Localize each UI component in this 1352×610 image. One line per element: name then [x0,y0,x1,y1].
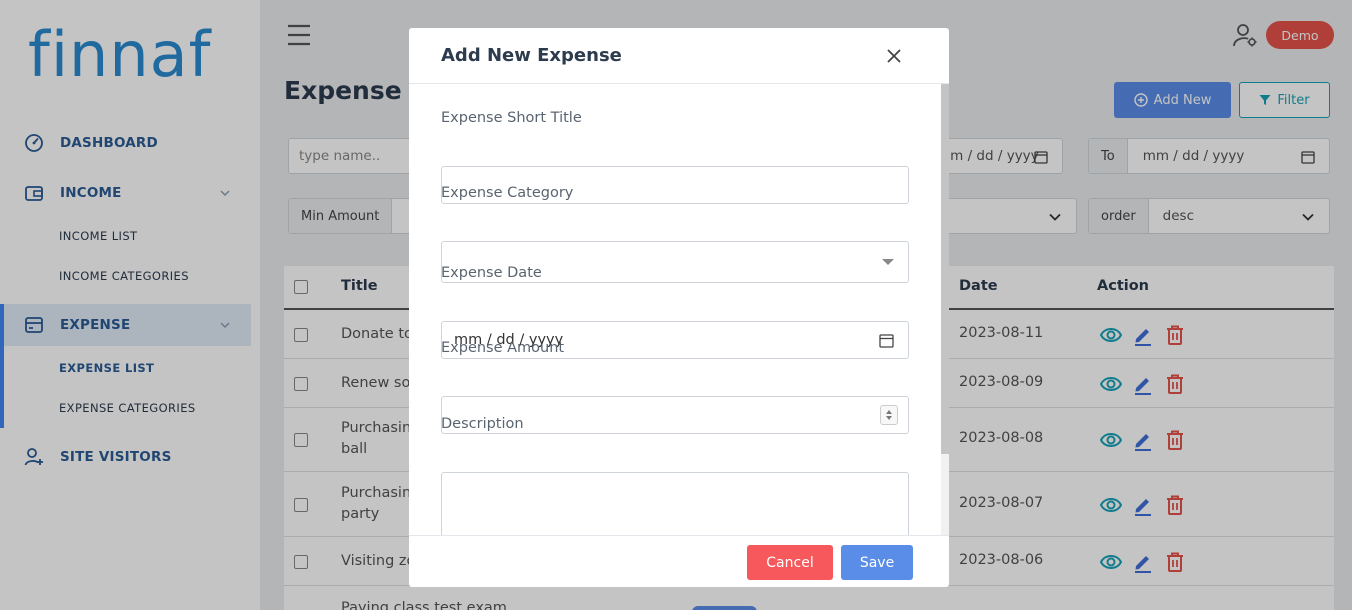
amount-label: Expense Amount [441,340,565,356]
short-title-label: Expense Short Title [441,110,582,126]
date-label: Expense Date [441,265,542,281]
modal-body: Expense Short Title Expense Category Exp… [409,84,949,536]
caret-down-icon [882,259,894,265]
cancel-button[interactable]: Cancel [747,545,833,580]
modal-title: Add New Expense [441,45,622,66]
description-textarea[interactable] [441,472,909,536]
add-expense-modal: Add New Expense Expense Short Title Expe… [409,28,949,587]
calendar-icon[interactable] [879,333,894,348]
close-icon[interactable] [884,46,904,66]
number-spinner[interactable] [880,405,898,425]
save-button[interactable]: Save [841,545,913,580]
description-label: Description [441,416,524,432]
modal-footer: Cancel Save [409,535,949,587]
modal-header: Add New Expense [409,28,949,84]
modal-scrollbar-thumb[interactable] [941,84,949,454]
category-label: Expense Category [441,185,574,201]
